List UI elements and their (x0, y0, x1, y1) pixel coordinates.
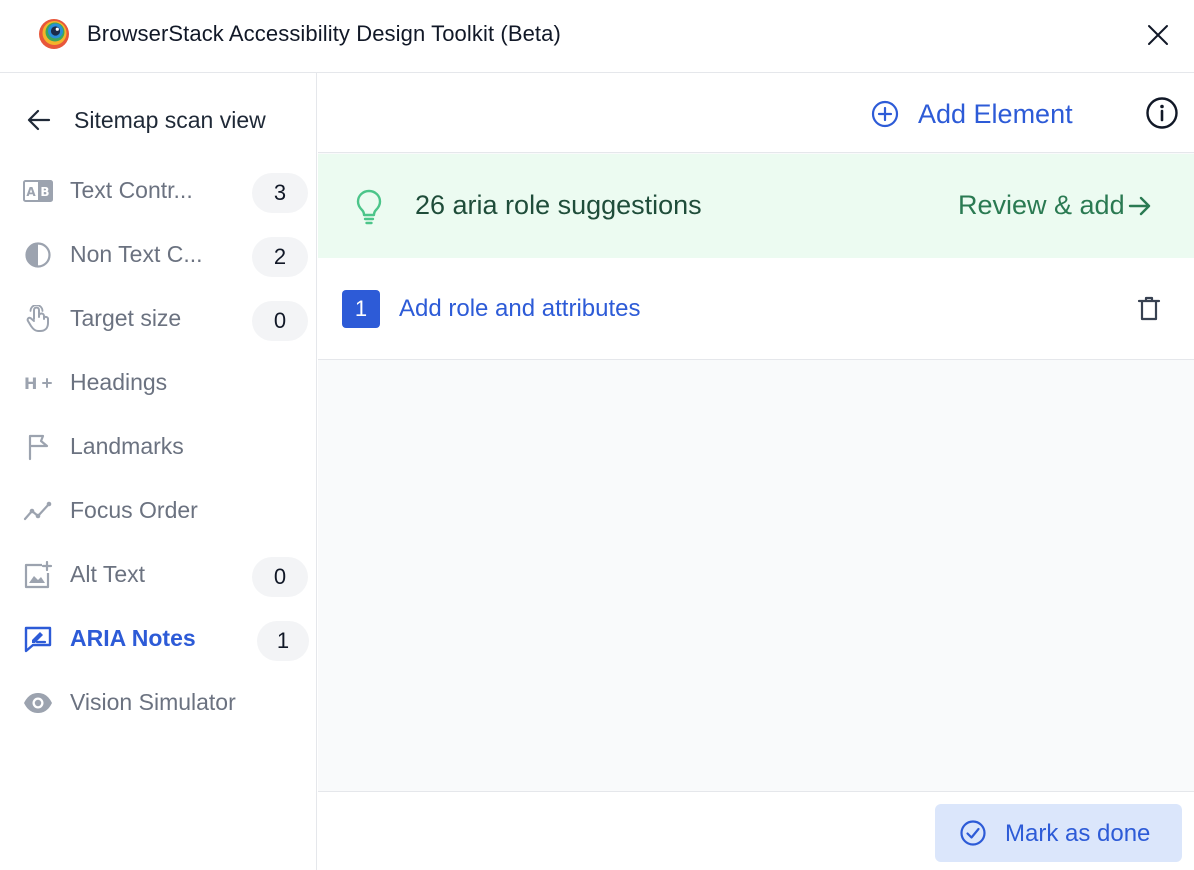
arrow-left-icon (27, 109, 51, 131)
count-badge: 0 (252, 301, 308, 341)
arrow-right-icon (1128, 196, 1150, 215)
svg-text:A: A (26, 185, 36, 199)
headings-icon: H (22, 369, 54, 397)
sidebar-item-non-text-contrast[interactable]: Non Text C... 2 (0, 223, 317, 287)
back-label: Sitemap scan view (74, 107, 266, 133)
review-and-add-link[interactable]: Review & add (958, 190, 1153, 221)
toolbar: Add Element (318, 73, 1194, 153)
alt-text-image-icon (22, 561, 54, 589)
focus-order-icon (22, 497, 54, 525)
mark-as-done-button[interactable]: Mark as done (935, 804, 1182, 862)
eye-icon (22, 689, 54, 717)
sidebar: Sitemap scan view A B Text Contr... 3 No… (0, 73, 317, 870)
count-badge: 0 (252, 557, 308, 597)
sidebar-item-label: Headings (70, 369, 168, 395)
sidebar-item-vision-simulator[interactable]: Vision Simulator (0, 671, 317, 735)
sidebar-item-label: Landmarks (70, 433, 184, 459)
svg-text:B: B (40, 185, 49, 199)
text-contrast-icon: A B (22, 177, 54, 205)
count-badge: 1 (257, 621, 309, 661)
sidebar-item-label: ARIA Notes (70, 625, 196, 651)
sidebar-item-alt-text[interactable]: Alt Text 0 (0, 543, 317, 607)
sidebar-item-label: Vision Simulator (70, 689, 236, 715)
close-button[interactable] (1140, 17, 1176, 53)
add-role-attributes-link[interactable]: Add role and attributes (399, 295, 641, 323)
back-to-sitemap-button[interactable]: Sitemap scan view (0, 73, 317, 163)
sidebar-item-label: Target size (70, 305, 182, 331)
element-index-badge: 1 (342, 290, 380, 328)
touch-target-icon (22, 305, 54, 333)
lightbulb-icon (356, 189, 382, 225)
list-item: 1 Add role and attributes (318, 258, 1194, 360)
browserstack-logo-icon (39, 19, 69, 49)
sidebar-item-headings[interactable]: H Headings (0, 351, 317, 415)
svg-text:H: H (24, 374, 37, 393)
sidebar-item-target-size[interactable]: Target size 0 (0, 287, 317, 351)
count-badge: 2 (252, 237, 308, 277)
suggestions-count-text: 26 aria role suggestions (415, 190, 702, 220)
landmark-flag-icon (22, 433, 54, 461)
count-badge: 3 (252, 173, 308, 213)
non-text-contrast-icon (22, 241, 54, 269)
toolkit-window: BrowserStack Accessibility Design Toolki… (0, 0, 1194, 870)
close-icon (1148, 25, 1168, 45)
review-and-add-label: Review & add (958, 190, 1125, 220)
aria-suggestions-banner: 26 aria role suggestions Review & add (318, 154, 1194, 258)
sidebar-item-label: Alt Text (70, 561, 145, 587)
check-circle-icon (960, 820, 986, 846)
sidebar-item-aria-notes[interactable]: ARIA Notes 1 (0, 607, 317, 671)
add-element-label: Add Element (918, 98, 1073, 129)
delete-element-button[interactable] (1134, 294, 1164, 324)
mark-as-done-label: Mark as done (1005, 820, 1151, 847)
add-element-button[interactable]: Add Element (870, 97, 1073, 131)
sidebar-item-label: Text Contr... (70, 177, 193, 203)
sidebar-item-focus-order[interactable]: Focus Order (0, 479, 317, 543)
footer-bar: Mark as done (318, 791, 1194, 870)
main-panel: Add Element 26 aria role suggestions Rev… (318, 73, 1194, 870)
title-bar: BrowserStack Accessibility Design Toolki… (0, 0, 1194, 73)
sidebar-item-landmarks[interactable]: Landmarks (0, 415, 317, 479)
plus-circle-icon (871, 100, 899, 128)
sidebar-item-label: Focus Order (70, 497, 198, 523)
window-title: BrowserStack Accessibility Design Toolki… (87, 21, 561, 46)
sidebar-item-label: Non Text C... (70, 241, 203, 267)
sidebar-item-text-contrast[interactable]: A B Text Contr... 3 (0, 159, 317, 223)
info-button[interactable] (1144, 95, 1180, 131)
trash-icon (1137, 296, 1161, 321)
info-icon (1146, 97, 1178, 129)
aria-notes-icon (22, 625, 54, 653)
